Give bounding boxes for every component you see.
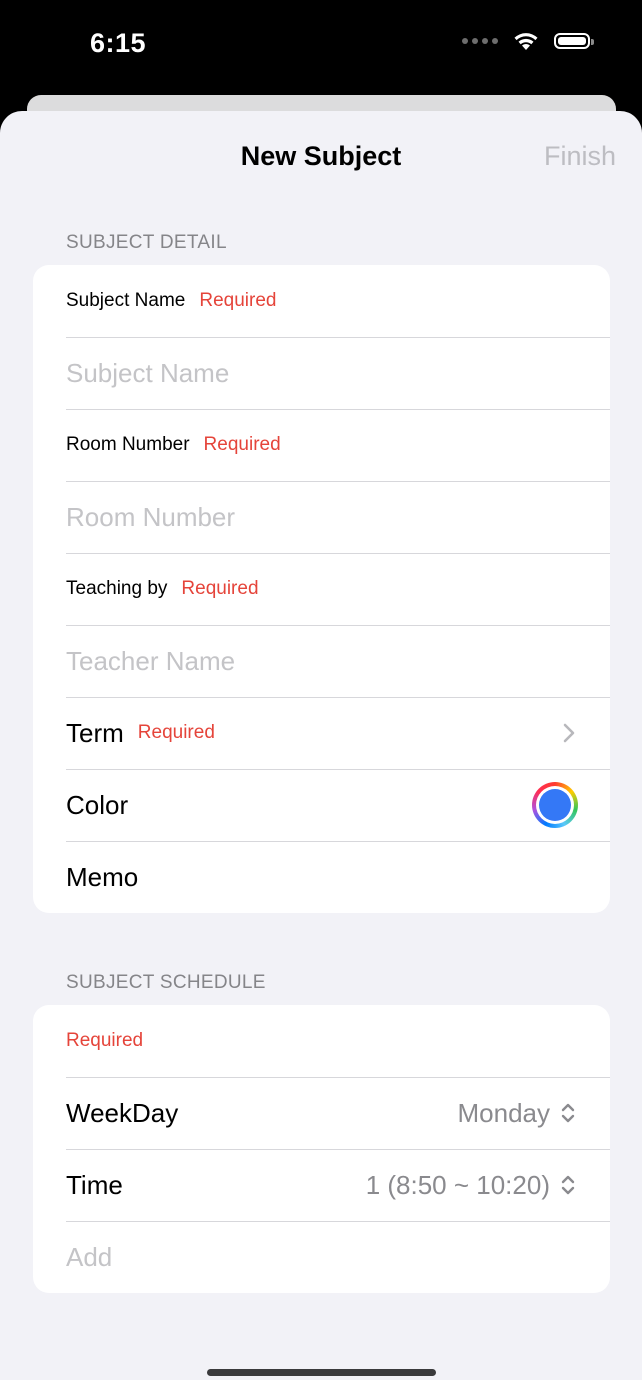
wifi-icon [514,33,538,50]
subject-name-label: Subject Name [66,290,186,311]
selected-color-swatch [539,789,571,821]
add-schedule-row[interactable]: Add [33,1221,610,1293]
finish-button[interactable]: Finish [544,141,616,172]
color-label: Color [66,789,129,820]
room-number-field[interactable]: Room Number [33,481,610,553]
teacher-name-field[interactable]: Teacher Name [33,625,610,697]
chevron-right-icon [563,723,575,743]
term-required: Required [137,722,215,743]
add-schedule-button[interactable]: Add [66,1242,112,1273]
weekday-label: WeekDay [66,1097,179,1128]
teaching-by-required: Required [181,578,259,599]
teaching-by-label: Teaching by [66,578,168,599]
room-number-placeholder: Room Number [66,501,236,532]
subject-name-label-row: Subject Name Required [33,265,610,337]
term-label: Term [66,717,124,748]
schedule-required-row: Required [33,1005,610,1077]
weekday-value: Monday [457,1097,551,1128]
teaching-by-label-row: Teaching by Required [33,553,610,625]
chevron-up-down-icon [561,1103,575,1123]
time-row[interactable]: Time 1 (8:50 ~ 10:20) [33,1149,610,1221]
subject-detail-group: Subject Name Required Subject Name Room … [33,265,610,913]
schedule-required: Required [66,1030,144,1051]
color-row: Color [33,769,610,841]
room-number-label: Room Number [66,434,190,455]
chevron-up-down-icon [561,1175,575,1195]
subject-detail-header: SUBJECT DETAIL [66,232,227,253]
cellular-signal-icon [462,38,498,44]
time-picker[interactable]: 1 (8:50 ~ 10:20) [366,1170,576,1201]
weekday-picker[interactable]: Monday [458,1098,577,1129]
room-number-label-row: Room Number Required [33,409,610,481]
memo-row[interactable]: Memo [33,841,610,913]
subject-name-field[interactable]: Subject Name [33,337,610,409]
teacher-name-placeholder: Teacher Name [66,645,236,676]
subject-name-placeholder: Subject Name [66,357,230,388]
time-value: 1 (8:50 ~ 10:20) [365,1169,550,1200]
subject-schedule-header: SUBJECT SCHEDULE [66,972,266,993]
weekday-row[interactable]: WeekDay Monday [33,1077,610,1149]
new-subject-sheet: New Subject Finish SUBJECT DETAIL Subjec… [0,111,642,1380]
memo-label: Memo [66,861,139,892]
status-time: 6:15 [90,28,147,58]
room-number-required: Required [203,434,281,455]
subject-name-required: Required [199,290,277,311]
battery-icon [554,33,594,49]
time-label: Time [66,1169,123,1200]
status-icons [462,30,594,52]
subject-schedule-group: Required WeekDay Monday Time 1 (8:50 ~ 1… [33,1005,610,1293]
color-picker-well[interactable] [532,782,578,828]
home-indicator [207,1369,436,1376]
term-row[interactable]: Term Required [33,697,610,769]
status-bar: 6:15 [0,0,642,95]
